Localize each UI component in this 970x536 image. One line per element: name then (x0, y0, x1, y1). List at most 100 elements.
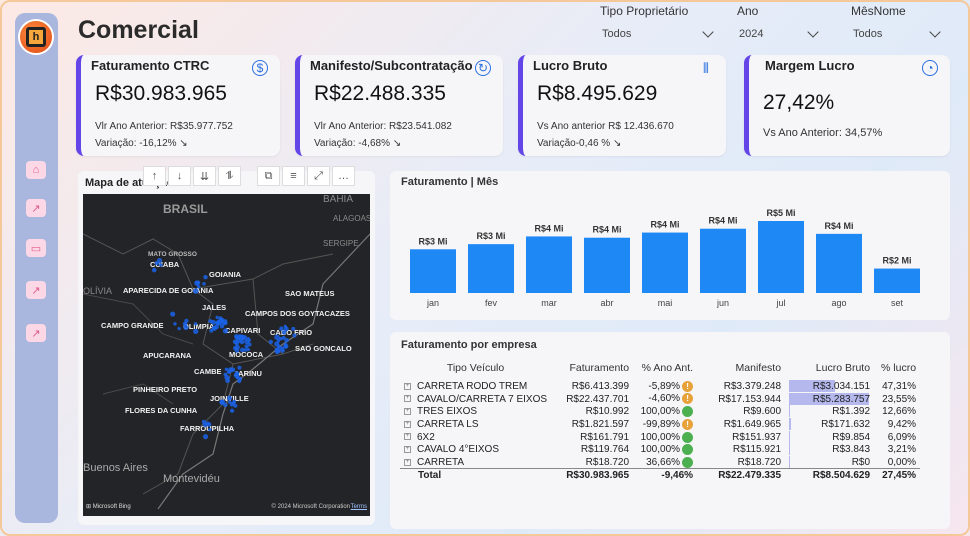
expand-all-down-button[interactable]: ⇊ (193, 166, 216, 186)
chart-trend-icon-3[interactable]: ↗ (26, 324, 46, 342)
map-data-point[interactable] (195, 280, 201, 285)
map-data-point[interactable] (284, 338, 289, 343)
map-data-point[interactable] (281, 330, 287, 335)
bar-jun[interactable] (700, 228, 746, 293)
map-data-point[interactable] (202, 422, 208, 428)
table-row[interactable]: + CARRETA R$18.720 36,66% R$18.720 R$0 0,00% (400, 456, 920, 469)
drill-down-button[interactable]: ↓ (168, 166, 191, 186)
map-data-point[interactable] (173, 322, 177, 326)
chevron-down-icon[interactable] (702, 26, 714, 38)
bar-jan[interactable] (410, 249, 456, 293)
map-data-point[interactable] (274, 347, 280, 353)
bar-set[interactable] (874, 268, 920, 293)
map-data-point[interactable] (224, 367, 229, 372)
expand-icon[interactable]: + (404, 446, 411, 454)
map-data-point[interactable] (193, 288, 199, 294)
map-data-point[interactable] (279, 346, 285, 351)
filter-mes-nome[interactable]: MêsNome Todos (851, 4, 945, 40)
map-data-point[interactable] (227, 369, 232, 374)
map-data-point[interactable] (222, 328, 229, 334)
bar-abr[interactable] (584, 237, 630, 293)
filter-ano[interactable]: Ano 2024 (737, 4, 823, 40)
expand-icon[interactable]: + (404, 382, 411, 390)
map-data-point[interactable] (151, 267, 157, 273)
map-data-point[interactable] (219, 317, 225, 324)
map-data-point[interactable] (239, 339, 245, 345)
table-row[interactable]: + TRES EIXOS R$10.992 100,00% R$9.600 R$1.392… (400, 405, 920, 418)
map-data-point[interactable] (283, 324, 287, 329)
col-header-lucro-bruto[interactable]: Lucro Bruto (785, 360, 874, 380)
col-header-tipo[interactable]: Tipo Veículo (400, 360, 551, 380)
table-row[interactable]: +6X2 R$161.791 100,00% R$151.937 R$9.854 6,09… (400, 430, 920, 444)
map-data-point[interactable] (223, 372, 228, 377)
drill-mode-button[interactable]: ⥮ (218, 166, 241, 186)
expand-icon[interactable]: + (404, 420, 411, 428)
map-canvas[interactable]: BRASIL BAHIA ALAGOAS SERGIPE OLÍVIA Buen… (83, 194, 370, 516)
chevron-down-icon[interactable] (807, 26, 819, 38)
map-data-point[interactable] (208, 427, 212, 432)
map-data-point[interactable] (157, 258, 163, 264)
map-data-point[interactable] (159, 263, 163, 267)
chart-trend-icon-2[interactable]: ↗ (26, 281, 46, 299)
expand-icon[interactable]: + (404, 458, 411, 466)
filter-tipo-proprietario[interactable]: Tipo Proprietário Todos (600, 4, 718, 40)
table-row[interactable]: + CAVALO/CARRETA 7 EIXOS R$22.437.701 -4,60… (400, 392, 920, 406)
map-data-point[interactable] (177, 326, 181, 331)
map-data-point[interactable] (211, 319, 216, 325)
map-data-point[interactable] (215, 315, 219, 320)
map-data-point[interactable] (184, 318, 189, 324)
map-data-point[interactable] (203, 275, 208, 280)
map-data-point[interactable] (193, 328, 199, 335)
map-data-point[interactable] (234, 335, 239, 339)
map-data-point[interactable] (247, 342, 252, 347)
map-data-point[interactable] (246, 347, 251, 352)
map-data-point[interactable] (291, 326, 296, 331)
map-data-point[interactable] (237, 365, 242, 370)
map-data-point[interactable] (235, 375, 240, 380)
chevron-down-icon[interactable] (929, 26, 941, 38)
chart-trend-icon[interactable]: ↗ (26, 199, 46, 217)
wallet-icon[interactable]: ▭ (26, 239, 46, 257)
col-header-manifesto[interactable]: Manifesto (697, 360, 785, 380)
map-data-point[interactable] (170, 311, 176, 317)
terms-link[interactable]: Terms (351, 504, 367, 510)
map-data-point[interactable] (202, 281, 206, 286)
expand-icon[interactable]: + (404, 433, 411, 441)
home-icon[interactable]: ⌂ (26, 161, 46, 179)
bar-mai[interactable] (642, 232, 688, 293)
col-header-pct-lucro[interactable]: % lucro (874, 360, 920, 380)
table-row[interactable]: + CARRETA LS R$1.821.597 -99,89%! R$1.649.96… (400, 418, 920, 431)
map-data-point[interactable] (183, 325, 189, 331)
map-data-point[interactable] (279, 326, 284, 331)
map-data-point[interactable] (193, 322, 198, 326)
focus-mode-button[interactable]: ⤢ (307, 166, 330, 186)
more-options-button[interactable]: … (332, 166, 355, 186)
map-data-point[interactable] (226, 395, 232, 401)
bar-mar[interactable] (526, 236, 572, 293)
table-row[interactable]: + CARRETA RODO TREM R$6.413.399 -5,89%! R$3.… (400, 380, 920, 393)
map-data-point[interactable] (228, 400, 232, 404)
map-data-point[interactable] (292, 333, 297, 338)
map-data-point[interactable] (229, 408, 235, 413)
map-data-point[interactable] (234, 347, 240, 353)
bar-ago[interactable] (816, 233, 862, 293)
map-data-point[interactable] (202, 434, 209, 440)
map-data-point[interactable] (215, 321, 220, 325)
map-data-point[interactable] (211, 325, 217, 331)
table-row[interactable]: + CAVALO 4°EIXOS R$119.764 100,00% R$115.921… (400, 443, 920, 456)
bar-jul[interactable] (758, 221, 804, 293)
expand-icon[interactable]: + (404, 395, 411, 403)
filter-visual-button[interactable]: ≡ (282, 166, 305, 186)
map-data-point[interactable] (276, 339, 281, 343)
copy-visual-button[interactable]: ⧉ (257, 166, 280, 186)
map-data-point[interactable] (206, 422, 212, 427)
sort-up-button[interactable]: ↑ (143, 166, 166, 186)
map-data-point[interactable] (232, 399, 237, 404)
map-data-point[interactable] (268, 339, 273, 345)
col-header-faturamento[interactable]: Faturamento (551, 360, 633, 380)
expand-icon[interactable]: + (404, 408, 411, 416)
map-data-point[interactable] (219, 323, 225, 329)
map-data-point[interactable] (274, 334, 280, 340)
map-data-point[interactable] (283, 342, 287, 346)
map-data-point[interactable] (225, 378, 230, 384)
